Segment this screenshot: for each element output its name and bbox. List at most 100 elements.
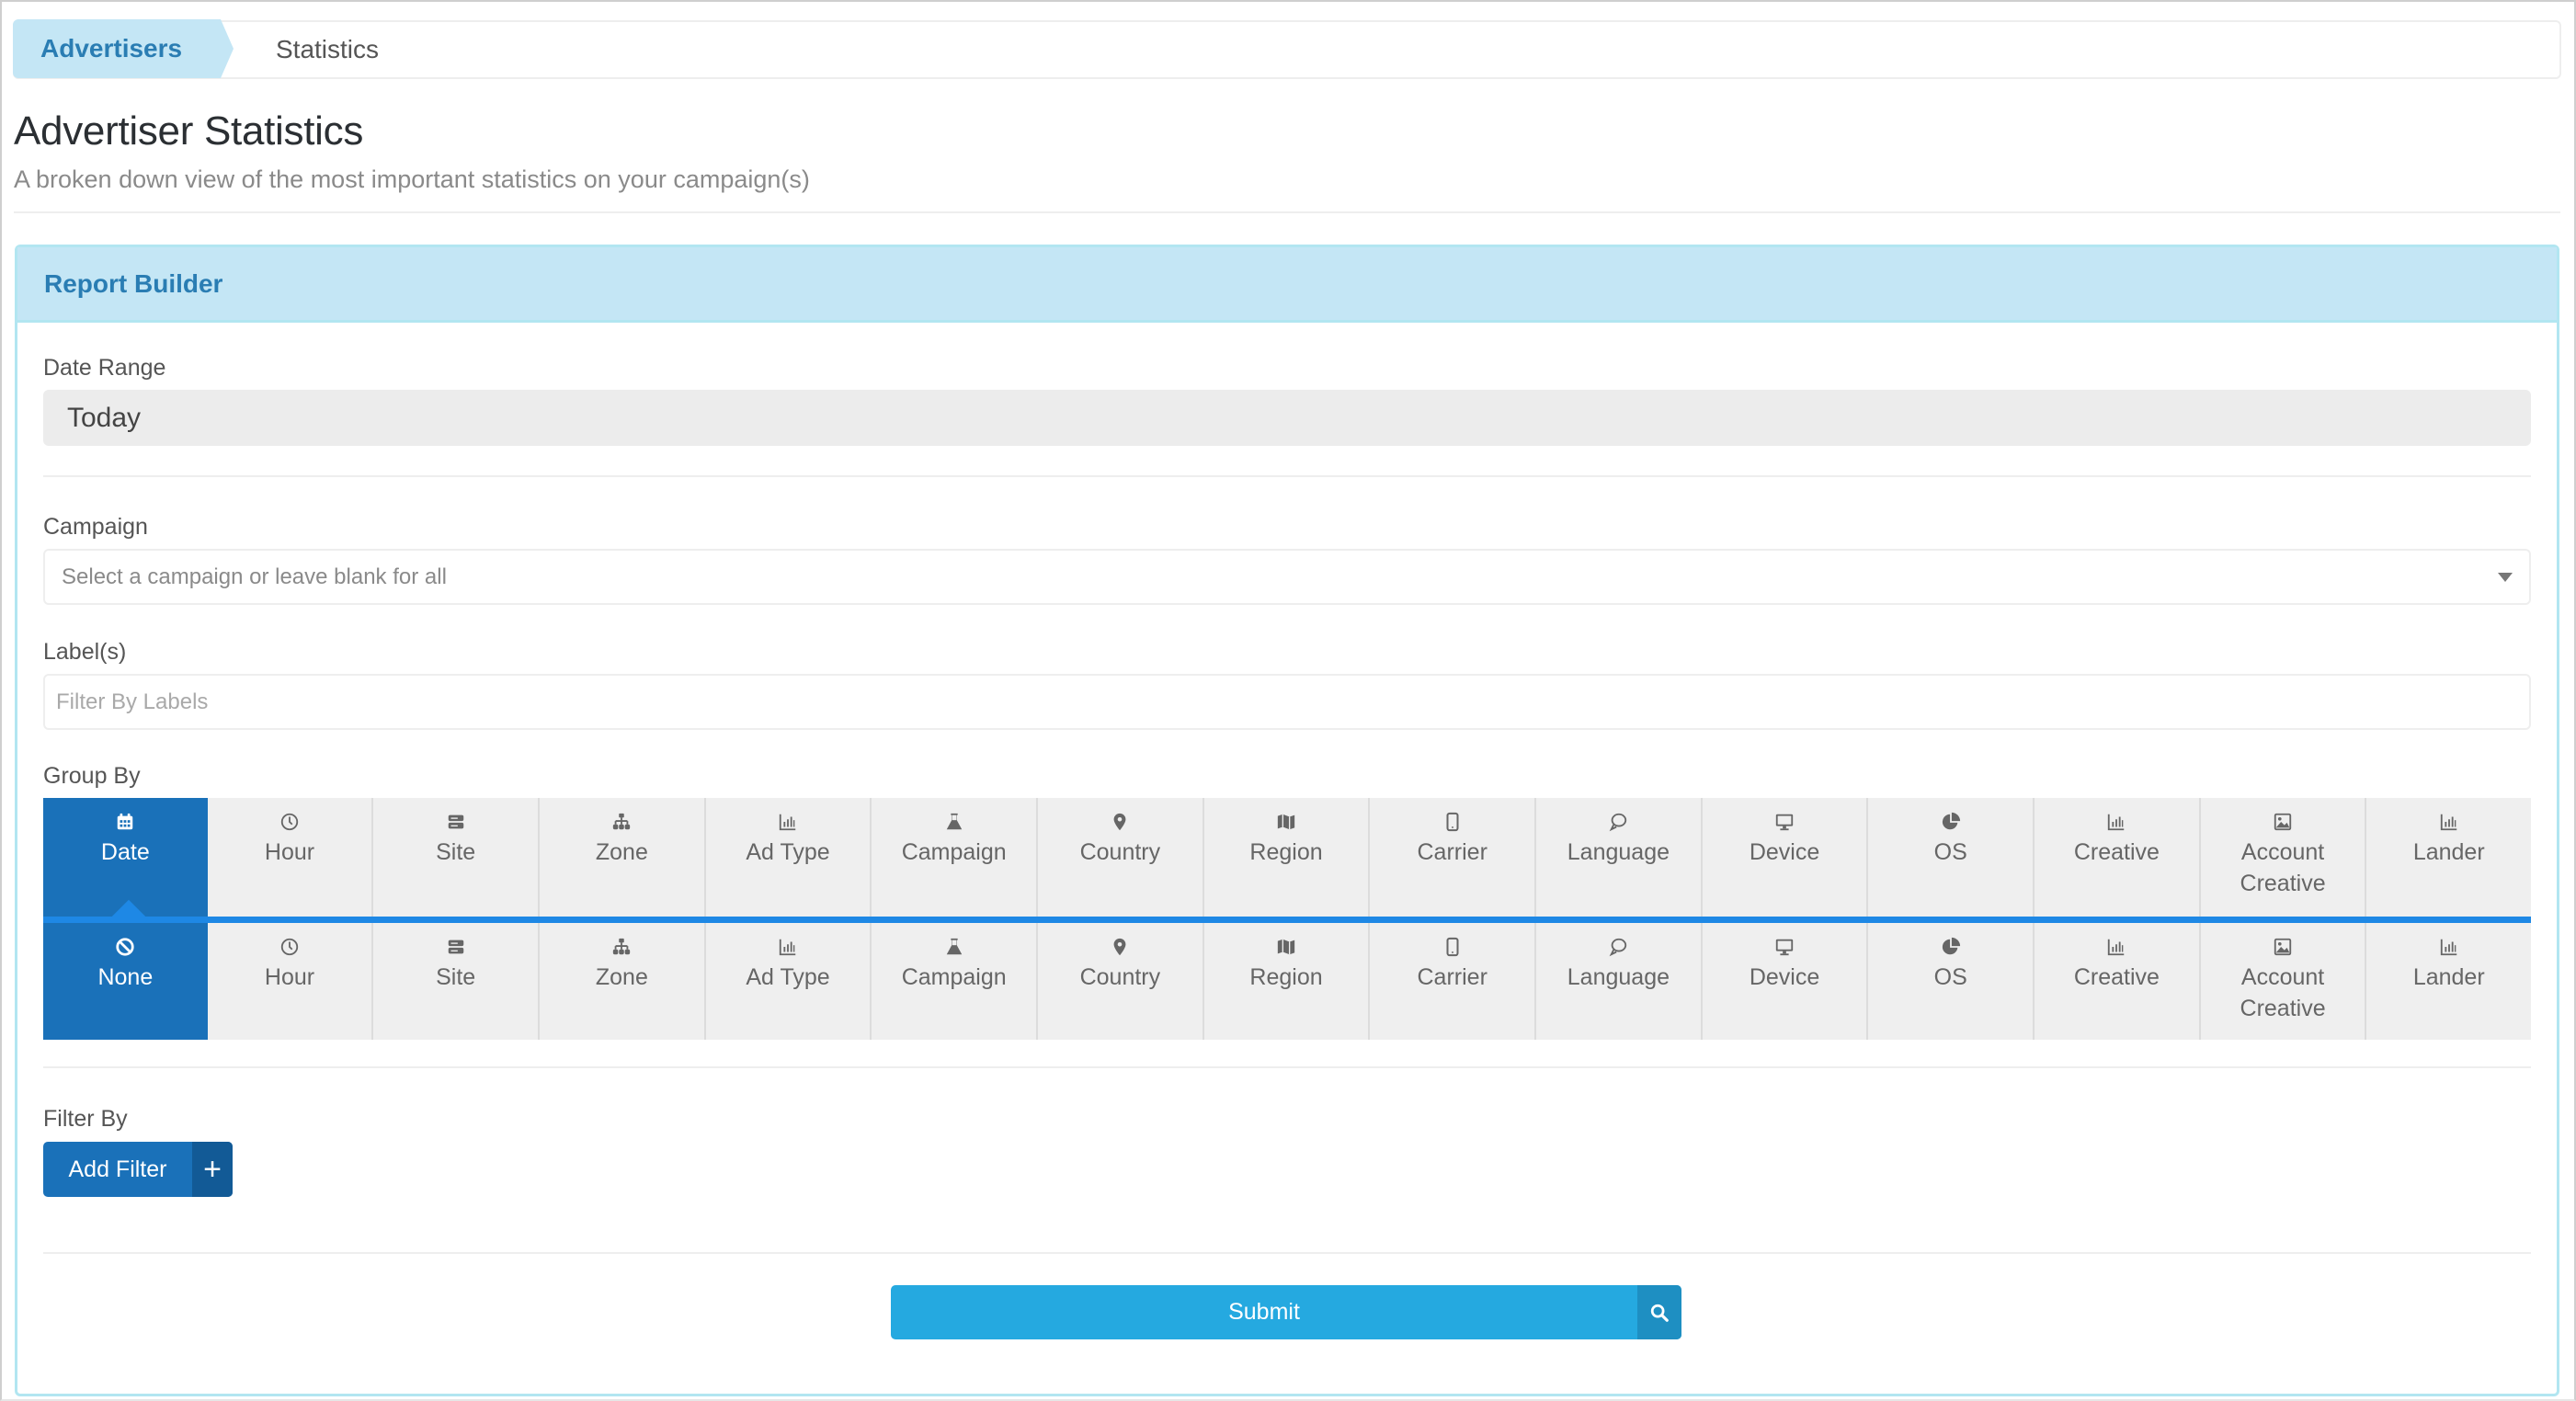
group-by-option-label: Lander: [2412, 964, 2485, 990]
group-by-grid: Date Hour Site Zone Ad Type Campaign Country Re…: [43, 798, 2531, 1040]
group-by-divider: [43, 917, 2531, 923]
ban-icon: [114, 936, 136, 958]
group-by-option-label: Hour: [264, 964, 315, 990]
comment-icon: [1607, 811, 1629, 833]
divider: [43, 1252, 2531, 1254]
image-icon: [2272, 936, 2294, 958]
submit-button[interactable]: Submit: [891, 1285, 1681, 1339]
group-by-secondary-region[interactable]: Region: [1202, 923, 1369, 1040]
bar-chart-icon: [2105, 936, 2127, 958]
group-by-option-label: Creative: [2073, 839, 2160, 865]
group-by-option-label: Account Creative: [2240, 839, 2326, 896]
flask-icon: [943, 936, 965, 958]
group-by-primary-lander[interactable]: Lander: [2365, 798, 2531, 917]
campaign-select[interactable]: Select a campaign or leave blank for all: [43, 549, 2531, 605]
group-by-option-label: Language: [1567, 839, 1670, 865]
bar-chart-icon: [2105, 811, 2127, 833]
group-by-secondary-hour[interactable]: Hour: [208, 923, 372, 1040]
bar-chart-icon: [2438, 936, 2460, 958]
group-by-primary-row: Date Hour Site Zone Ad Type Campaign Country Re…: [43, 798, 2531, 917]
sitemap-icon: [610, 936, 633, 958]
group-by-secondary-zone[interactable]: Zone: [538, 923, 704, 1040]
group-by-primary-country[interactable]: Country: [1036, 798, 1203, 917]
group-by-primary-site[interactable]: Site: [371, 798, 538, 917]
add-filter-button[interactable]: Add Filter +: [43, 1142, 233, 1197]
group-by-secondary-device[interactable]: Device: [1700, 923, 1867, 1040]
pie-chart-icon: [1940, 811, 1962, 833]
map-marker-icon: [1109, 811, 1131, 833]
breadcrumb-advertisers[interactable]: Advertisers: [13, 19, 234, 78]
group-by-primary-device[interactable]: Device: [1700, 798, 1867, 917]
report-builder-panel: Report Builder Date Range Today Campaign…: [15, 245, 2559, 1396]
group-by-option-label: Carrier: [1417, 964, 1487, 990]
group-by-option-label: Zone: [595, 964, 648, 990]
group-by-primary-carrier[interactable]: Carrier: [1368, 798, 1534, 917]
labels-input[interactable]: Filter By Labels: [43, 674, 2531, 730]
group-by-option-label: Account Creative: [2240, 964, 2326, 1021]
divider: [43, 475, 2531, 477]
group-by-option-label: Ad Type: [746, 964, 830, 990]
group-by-primary-hour[interactable]: Hour: [208, 798, 372, 917]
group-by-secondary-os[interactable]: OS: [1866, 923, 2033, 1040]
add-filter-label: Add Filter: [68, 1156, 167, 1182]
group-by-primary-zone[interactable]: Zone: [538, 798, 704, 917]
group-by-primary-campaign[interactable]: Campaign: [870, 798, 1036, 917]
chevron-down-icon: [2498, 573, 2513, 582]
group-by-secondary-site[interactable]: Site: [371, 923, 538, 1040]
map-icon: [1275, 811, 1297, 833]
group-by-option-label: None: [97, 964, 154, 990]
map-marker-icon: [1109, 936, 1131, 958]
clock-icon: [279, 936, 301, 958]
group-by-option-label: Zone: [595, 839, 648, 865]
group-by-option-label: OS: [1933, 964, 1967, 990]
group-by-option-label: Country: [1079, 839, 1161, 865]
group-by-primary-creative[interactable]: Creative: [2033, 798, 2199, 917]
campaign-label: Campaign: [43, 514, 148, 540]
group-by-secondary-language[interactable]: Language: [1534, 923, 1701, 1040]
group-by-option-label: OS: [1933, 839, 1967, 865]
calendar-icon: [114, 811, 136, 833]
group-by-option-label: Campaign: [901, 964, 1007, 990]
group-by-secondary-creative[interactable]: Creative: [2033, 923, 2199, 1040]
campaign-select-placeholder: Select a campaign or leave blank for all: [62, 564, 447, 589]
group-by-option-label: Site: [436, 964, 476, 990]
group-by-option-label: Lander: [2412, 839, 2485, 865]
group-by-secondary-carrier[interactable]: Carrier: [1368, 923, 1534, 1040]
date-range-input[interactable]: Today: [43, 390, 2531, 446]
divider: [14, 211, 2560, 213]
group-by-primary-ad-type[interactable]: Ad Type: [703, 798, 871, 917]
bar-chart-icon: [777, 811, 799, 833]
group-by-secondary-lander[interactable]: Lander: [2365, 923, 2531, 1040]
image-icon: [2272, 811, 2294, 833]
bar-chart-icon: [777, 936, 799, 958]
group-by-option-label: Language: [1567, 964, 1670, 990]
date-range-label: Date Range: [43, 355, 166, 381]
pie-chart-icon: [1940, 936, 1962, 958]
search-icon: [1637, 1285, 1681, 1339]
group-by-primary-os[interactable]: OS: [1866, 798, 2033, 917]
group-by-primary-region[interactable]: Region: [1202, 798, 1369, 917]
filter-by-label: Filter By: [43, 1106, 128, 1132]
group-by-primary-account-creative[interactable]: Account Creative: [2198, 798, 2365, 917]
divider: [43, 1066, 2531, 1068]
group-by-option-label: Region: [1249, 839, 1323, 865]
group-by-primary-date[interactable]: Date: [43, 798, 208, 917]
page-subtitle: A broken down view of the most important…: [14, 165, 810, 193]
group-by-secondary-campaign[interactable]: Campaign: [870, 923, 1036, 1040]
bar-chart-icon: [2438, 811, 2460, 833]
group-by-label: Group By: [43, 763, 141, 789]
desktop-icon: [1773, 811, 1795, 833]
mobile-icon: [1442, 811, 1464, 833]
group-by-secondary-country[interactable]: Country: [1036, 923, 1203, 1040]
group-by-secondary-ad-type[interactable]: Ad Type: [703, 923, 871, 1040]
group-by-secondary-none[interactable]: None: [43, 923, 208, 1040]
group-by-option-label: Region: [1249, 964, 1323, 990]
group-by-primary-language[interactable]: Language: [1534, 798, 1701, 917]
desktop-icon: [1773, 936, 1795, 958]
group-by-secondary-row: None Hour Site Zone Ad Type Campaign Country Re…: [43, 923, 2531, 1040]
group-by-secondary-account-creative[interactable]: Account Creative: [2198, 923, 2365, 1040]
plus-icon: +: [192, 1142, 233, 1197]
comment-icon: [1607, 936, 1629, 958]
sitemap-icon: [610, 811, 633, 833]
submit-label: Submit: [1228, 1299, 1300, 1325]
